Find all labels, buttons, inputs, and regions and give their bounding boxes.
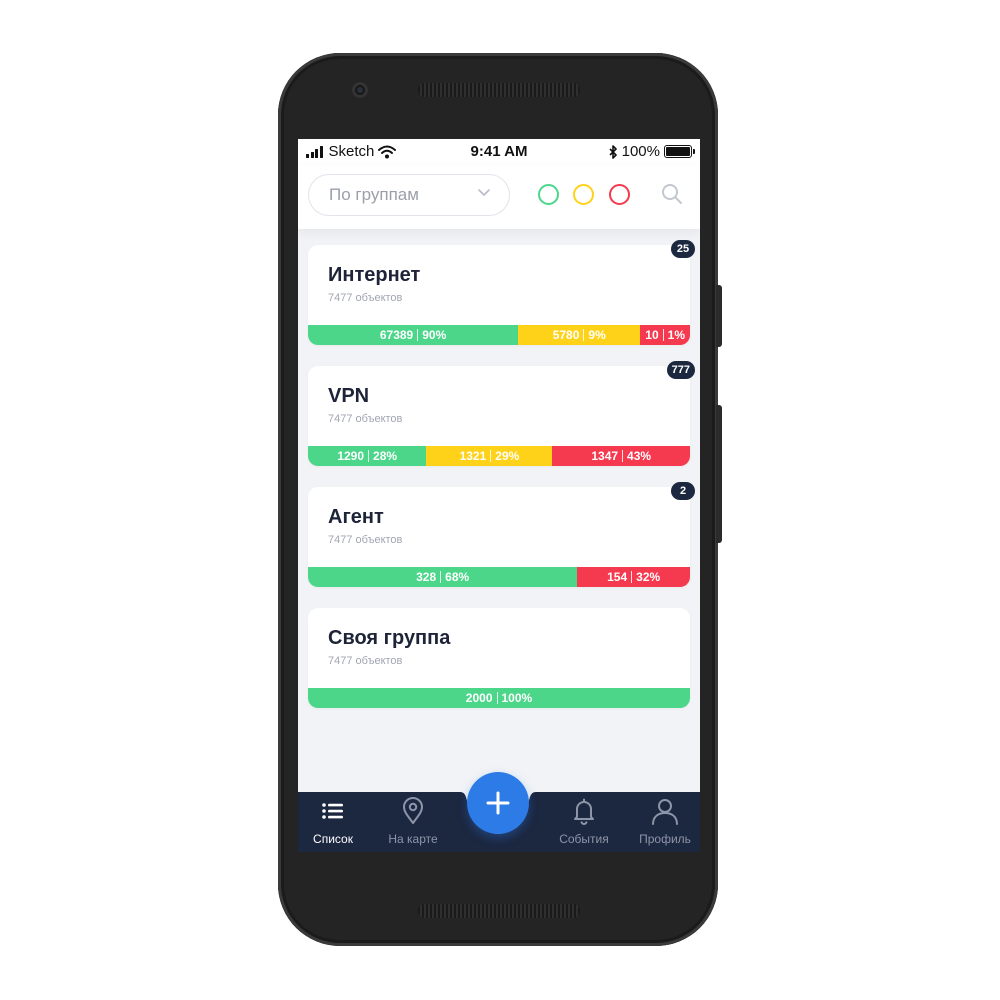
nav-item-profile[interactable]: Профиль xyxy=(630,792,700,852)
group-card[interactable]: Своя группа 7477 объектов 2000 100% xyxy=(308,608,690,708)
nav-label-map: На карте xyxy=(388,832,438,846)
bottom-speaker xyxy=(418,904,580,918)
segment-count: 1290 xyxy=(337,449,365,463)
status-distribution-bar: 67389 90% 5780 9% 10 1% xyxy=(308,325,690,345)
dropdown-value: По группам xyxy=(329,185,419,204)
nav-item-list[interactable]: Список xyxy=(298,792,368,852)
segment-count: 1321 xyxy=(459,449,487,463)
nav-label-events: События xyxy=(559,832,609,846)
plus-icon xyxy=(486,791,510,815)
bell-icon xyxy=(574,798,594,825)
add-button[interactable] xyxy=(467,772,529,834)
filter-green-toggle[interactable] xyxy=(538,184,559,205)
status-distribution-bar: 328 68% 154 32% xyxy=(308,567,690,587)
status-segment-ok: 2000 100% xyxy=(308,688,690,708)
status-bar: Sketch 9:41 AM 100% xyxy=(298,139,700,165)
notification-badge: 25 xyxy=(671,240,695,258)
group-title: VPN xyxy=(328,385,370,407)
segment-percent: 1% xyxy=(667,328,685,342)
segment-count: 328 xyxy=(416,570,437,584)
group-card[interactable]: Интернет 7477 объектов 25 67389 90% 5780 9% 10 1… xyxy=(308,240,695,345)
status-segment-ok: 328 68% xyxy=(308,567,578,587)
segment-divider xyxy=(631,571,633,583)
filter-red-toggle[interactable] xyxy=(609,184,630,205)
segment-count: 2000 xyxy=(465,691,493,705)
segment-divider xyxy=(490,450,492,462)
status-segment-error: 1347 43% xyxy=(552,446,690,466)
group-title: Своя группа xyxy=(328,627,451,649)
status-segment-ok: 1290 28% xyxy=(308,446,427,466)
map-pin-icon xyxy=(403,797,423,824)
group-card[interactable]: Агент 7477 объектов 2 328 68% 154 32% xyxy=(308,482,695,587)
volume-button xyxy=(716,285,722,347)
segment-divider xyxy=(417,329,419,341)
segment-count: 10 xyxy=(645,328,659,342)
status-distribution-bar: 2000 100% xyxy=(308,688,690,708)
list-icon xyxy=(322,803,343,819)
segment-divider xyxy=(496,692,498,704)
segment-percent: 100% xyxy=(501,691,533,705)
battery-percent: 100% xyxy=(621,143,660,160)
nav-label-profile: Профиль xyxy=(639,832,691,846)
battery-icon xyxy=(664,145,695,158)
segment-divider xyxy=(440,571,442,583)
group-object-count: 7477 объектов xyxy=(328,413,403,425)
segment-divider xyxy=(662,329,664,341)
segment-divider xyxy=(368,450,370,462)
notification-badge: 777 xyxy=(666,361,695,379)
status-segment-warn: 1321 29% xyxy=(426,446,553,466)
status-segment-error: 154 32% xyxy=(577,567,690,587)
group-card[interactable]: VPN 7477 объектов 777 1290 28% 1321 29% 1347 43% xyxy=(308,361,695,466)
status-segment-warn: 5780 9% xyxy=(518,325,641,345)
chevron-down-icon xyxy=(478,189,490,196)
status-segment-ok: 67389 90% xyxy=(308,325,519,345)
group-by-dropdown[interactable]: По группам xyxy=(308,174,510,216)
segment-percent: 32% xyxy=(636,570,661,584)
top-toolbar: По группам xyxy=(298,165,700,229)
nav-label-list: Список xyxy=(313,832,353,846)
power-button xyxy=(716,405,722,543)
status-segment-error: 10 1% xyxy=(640,325,690,345)
nav-item-map[interactable]: На карте xyxy=(378,792,448,852)
segment-percent: 28% xyxy=(373,449,398,463)
group-title: Агент xyxy=(328,506,384,528)
user-icon xyxy=(652,799,678,825)
bluetooth-icon xyxy=(609,144,617,159)
segment-count: 1347 xyxy=(591,449,619,463)
group-object-count: 7477 объектов xyxy=(328,655,403,667)
segment-percent: 90% xyxy=(422,328,447,342)
segment-count: 154 xyxy=(607,570,628,584)
notification-badge: 2 xyxy=(671,482,695,500)
group-title: Интернет xyxy=(328,264,421,286)
group-object-count: 7477 объектов xyxy=(328,292,403,304)
group-object-count: 7477 объектов xyxy=(328,534,403,546)
earpiece-speaker xyxy=(418,83,580,97)
front-camera xyxy=(352,82,368,98)
filter-yellow-toggle[interactable] xyxy=(573,184,594,205)
search-icon[interactable] xyxy=(660,182,684,206)
segment-percent: 43% xyxy=(627,449,652,463)
status-distribution-bar: 1290 28% 1321 29% 1347 43% xyxy=(308,446,690,466)
group-list: Интернет 7477 объектов 25 67389 90% 5780 9% 10 1… xyxy=(308,240,695,729)
segment-percent: 9% xyxy=(588,328,606,342)
segment-count: 67389 xyxy=(379,328,414,342)
segment-divider xyxy=(622,450,624,462)
segment-count: 5780 xyxy=(552,328,580,342)
nav-item-events[interactable]: События xyxy=(549,792,619,852)
segment-percent: 68% xyxy=(445,570,470,584)
segment-divider xyxy=(583,329,585,341)
app-screen: Sketch 9:41 AM 100% По группам Интернет … xyxy=(298,139,700,852)
segment-percent: 29% xyxy=(495,449,520,463)
